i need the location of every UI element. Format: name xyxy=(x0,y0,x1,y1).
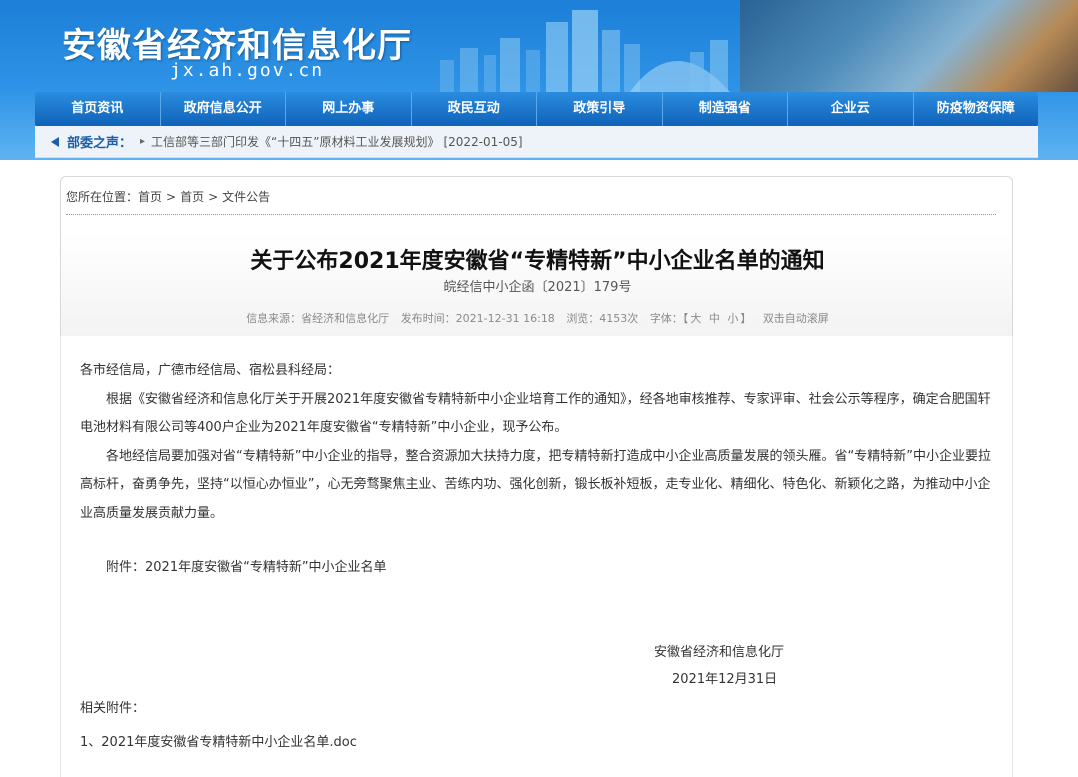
meta-source: 信息来源：省经济和信息化厅 xyxy=(246,312,390,325)
font-large-button[interactable]: 大 xyxy=(690,312,701,325)
document-number: 皖经信中小企函〔2021〕179号 xyxy=(443,280,632,295)
nav-item-manufacturing[interactable]: 制造强省 xyxy=(663,92,788,126)
breadcrumb-home-2[interactable]: 首页 xyxy=(180,190,204,204)
content-right-border xyxy=(1012,336,1013,777)
font-close: 】 xyxy=(740,312,752,325)
city-skyline-image xyxy=(440,10,730,92)
related-attachment-item: 1、2021年度安徽省专精特新中小企业名单.doc xyxy=(80,731,357,750)
announcement-bar: 部委之声： ▸ 工信部等三部门印发《“十四五”原材料工业发展规划》 [2022-… xyxy=(35,126,1038,158)
font-small-button[interactable]: 小 xyxy=(727,312,738,325)
article-meta: 信息来源：省经济和信息化厅 发布时间：2021-12-31 16:18 浏览：4… xyxy=(61,310,1014,326)
site-domain: jx.ah.gov.cn xyxy=(170,60,325,81)
nav-item-epidemic-supplies[interactable]: 防疫物资保障 xyxy=(914,92,1039,126)
article-paragraph: 各地经信局要加强对省“专精特新”中小企业的指导，整合资源加大扶持力度，把专精特新… xyxy=(80,448,991,521)
nav-item-enterprise-cloud[interactable]: 企业云 xyxy=(788,92,914,126)
content-left-border xyxy=(60,336,61,777)
meta-font-control: 字体：【大 中 小】 xyxy=(650,312,752,325)
font-medium-button[interactable]: 中 xyxy=(709,312,720,325)
triangle-right-icon: ▸ xyxy=(140,136,146,147)
breadcrumb-home-1[interactable]: 首页 xyxy=(138,190,162,204)
breadcrumb-prefix: 您所在位置： xyxy=(66,190,139,204)
divider xyxy=(66,214,996,215)
announcement-label: 部委之声： xyxy=(67,136,133,151)
header-banner: 安徽省经济和信息化厅 jx.ah.gov.cn xyxy=(0,0,1078,92)
related-attachments-label: 相关附件： xyxy=(80,701,146,716)
attachment-download-link[interactable]: 1、2021年度安徽省专精特新中小企业名单.doc xyxy=(80,735,357,750)
meta-views: 浏览：4153次 xyxy=(566,312,639,325)
font-label: 字体：【 xyxy=(649,312,689,325)
main-nav: 首页资讯 政府信息公开 网上办事 政民互动 政策引导 制造强省 企业云 防疫物资… xyxy=(35,92,1038,126)
article-paragraph: 根据《安徽省经济和信息化厅关于开展2021年度安徽省专精特新中小企业培育工作的通… xyxy=(80,391,991,436)
announcement-link[interactable]: 工信部等三部门印发《“十四五”原材料工业发展规划》 xyxy=(151,133,439,150)
announcement-date: [2022-01-05] xyxy=(443,134,523,149)
attachment-note: 附件：2021年度安徽省“专精特新”中小企业名单 xyxy=(106,560,387,575)
signature-date: 2021年12月31日 xyxy=(672,672,778,687)
nav-item-policy[interactable]: 政策引导 xyxy=(537,92,663,126)
speaker-icon xyxy=(49,136,59,147)
nav-item-interaction[interactable]: 政民互动 xyxy=(412,92,537,126)
breadcrumb: 您所在位置：首页 > 首页 > 文件公告 xyxy=(66,188,270,205)
factory-robot-image xyxy=(740,0,1078,92)
nav-item-online-services[interactable]: 网上办事 xyxy=(286,92,412,126)
article-title: 关于公布2021年度安徽省“专精特新”中小企业名单的通知 xyxy=(250,249,825,274)
article-header-frame: 您所在位置：首页 > 首页 > 文件公告 关于公布2021年度安徽省“专精特新”中小企业… xyxy=(60,176,1013,336)
breadcrumb-separator: > xyxy=(166,190,177,204)
signature-org: 安徽省经济和信息化厅 xyxy=(654,645,785,660)
salutation: 各市经信局，广德市经信局、宿松县科经局： xyxy=(80,363,341,378)
nav-item-gov-info[interactable]: 政府信息公开 xyxy=(161,92,286,126)
nav-item-home-news[interactable]: 首页资讯 xyxy=(35,92,161,126)
breadcrumb-file-notices[interactable]: 文件公告 xyxy=(222,190,270,204)
article-body: 各市经信局，广德市经信局、宿松县科经局： 根据《安徽省经济和信息化厅关于开展20… xyxy=(80,357,995,528)
meta-published: 发布时间：2021-12-31 16:18 xyxy=(400,312,555,325)
autoscroll-toggle[interactable]: 双击自动滚屏 xyxy=(763,312,829,325)
breadcrumb-separator: > xyxy=(208,190,219,204)
